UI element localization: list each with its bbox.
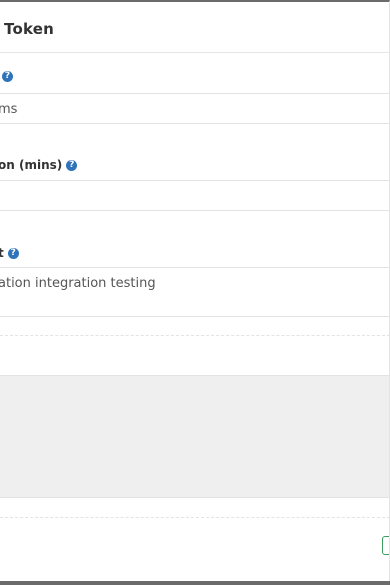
modal-title: Token xyxy=(4,20,54,38)
field-2-label: on (mins) ? xyxy=(0,158,78,172)
field-3-label: t ? xyxy=(0,246,19,260)
field-3-textarea[interactable]: ation integration testing xyxy=(0,267,389,317)
field-2-input[interactable] xyxy=(0,180,389,211)
token-modal: Token ? ms on (mins) ? t ? ation integra… xyxy=(0,0,390,581)
question-circle-icon[interactable]: ? xyxy=(7,247,19,259)
footer-divider xyxy=(0,517,389,518)
modal-header-divider xyxy=(0,52,389,53)
question-circle-icon[interactable]: ? xyxy=(2,71,13,82)
footer-button[interactable] xyxy=(382,536,389,555)
question-circle-icon[interactable]: ? xyxy=(66,159,78,171)
field-1-label: ? xyxy=(0,71,13,82)
backdrop-edge xyxy=(0,581,390,585)
code-output-area xyxy=(0,375,389,498)
section-divider xyxy=(0,335,389,336)
field-1-input[interactable]: ms xyxy=(0,93,389,124)
